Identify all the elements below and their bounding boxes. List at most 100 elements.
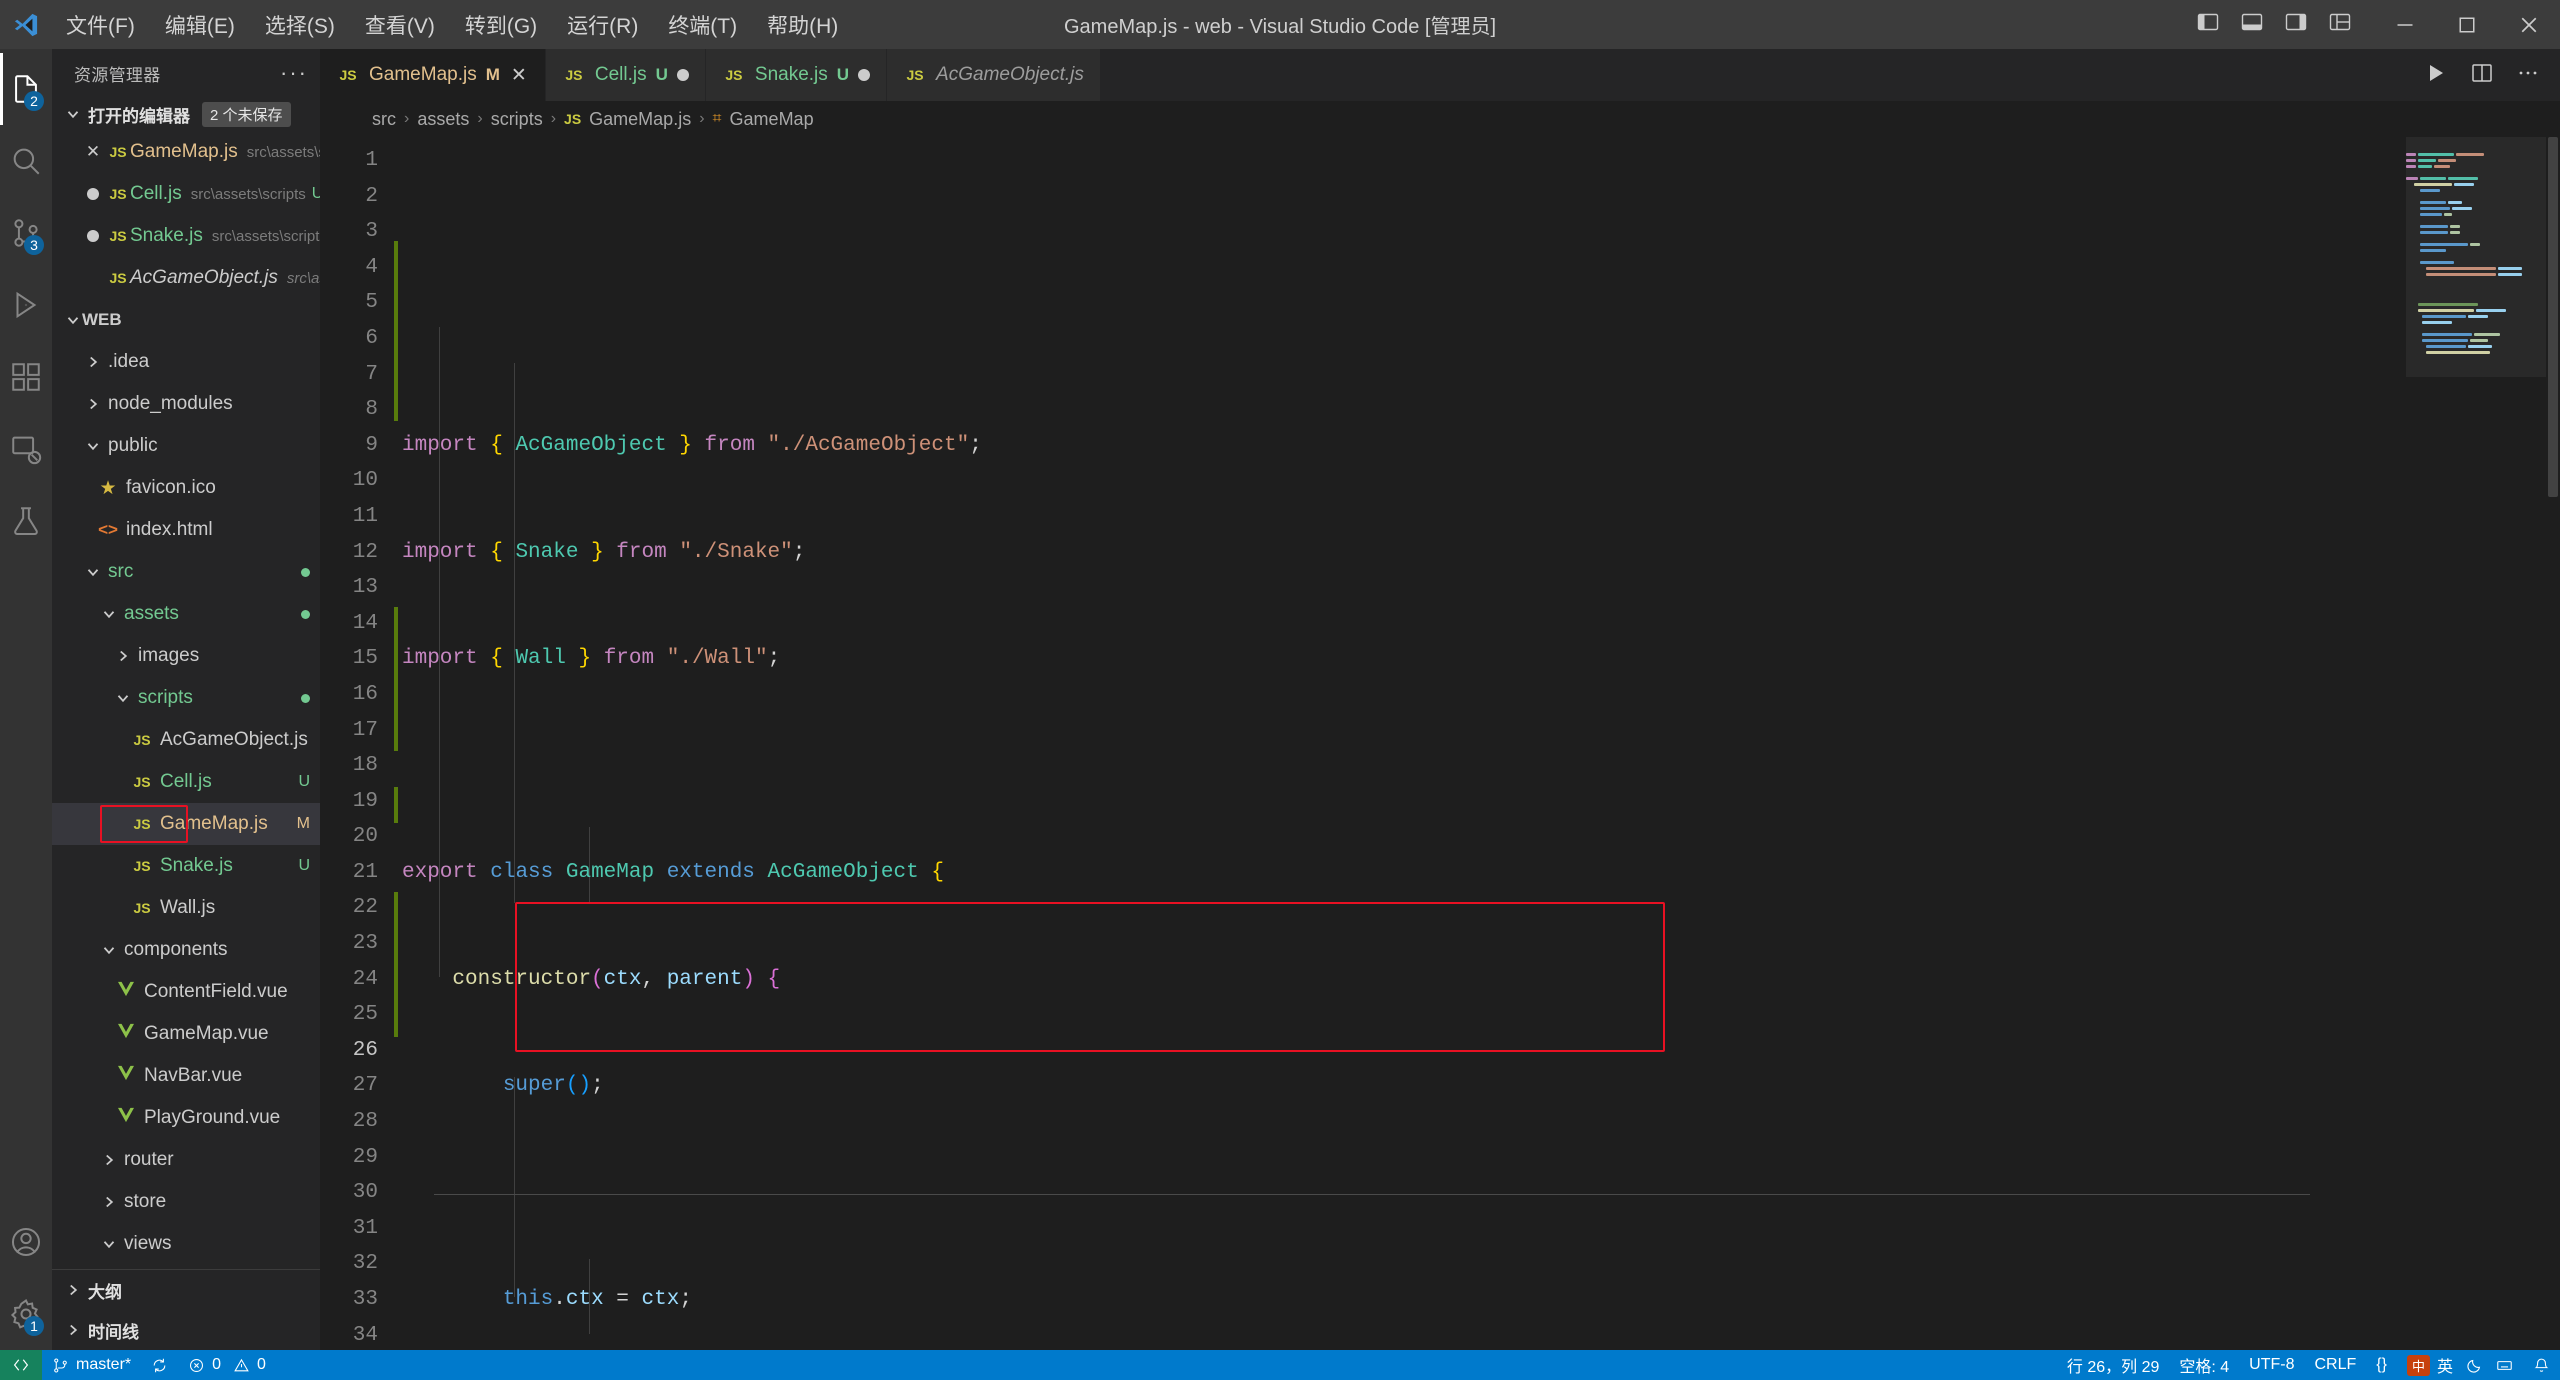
- open-editor-item[interactable]: JS Snake.js src\assets\scripts U: [52, 215, 320, 257]
- open-editor-path: src\assets\scripts: [246, 143, 320, 161]
- tree-folder-assets[interactable]: assets: [52, 593, 320, 635]
- activity-source-control[interactable]: 3: [0, 197, 52, 269]
- sidebar-more-actions-icon[interactable]: ···: [280, 60, 308, 86]
- activity-accounts[interactable]: [0, 1206, 52, 1278]
- menu-go[interactable]: 转到(G): [451, 6, 551, 44]
- status-notifications[interactable]: [2523, 1350, 2560, 1380]
- toggle-primary-sidebar-icon[interactable]: [2196, 10, 2220, 40]
- menu-terminal[interactable]: 终端(T): [654, 6, 751, 44]
- tree-file-snake[interactable]: JS Snake.js U: [52, 845, 320, 887]
- split-editor-icon[interactable]: [2470, 61, 2494, 90]
- status-branch[interactable]: master*: [42, 1350, 141, 1380]
- tree-folder-router[interactable]: router: [52, 1139, 320, 1181]
- code-editor[interactable]: 1 2 3 4 5 6 7 8 9 10 11 12 13 14 15 16 1: [320, 137, 2560, 1350]
- menu-run[interactable]: 运行(R): [553, 6, 652, 44]
- workspace-root[interactable]: WEB: [52, 299, 320, 341]
- breadcrumb-assets[interactable]: assets: [417, 109, 469, 130]
- customize-layout-icon[interactable]: [2328, 10, 2352, 40]
- menu-edit[interactable]: 编辑(E): [151, 6, 249, 44]
- minimap-slider[interactable]: [2406, 137, 2546, 377]
- open-editor-item[interactable]: ✕ JS GameMap.js src\assets\scripts M: [52, 131, 320, 173]
- tree-folder-src[interactable]: src: [52, 551, 320, 593]
- status-encoding[interactable]: UTF-8: [2239, 1350, 2304, 1380]
- tree-folder-public[interactable]: public: [52, 425, 320, 467]
- toggle-secondary-sidebar-icon[interactable]: [2284, 10, 2308, 40]
- editor-scrollbar[interactable]: [2546, 137, 2560, 1350]
- outline-section-header[interactable]: 大纲: [52, 1270, 320, 1310]
- open-editor-item[interactable]: JS Cell.js src\assets\scripts U: [52, 173, 320, 215]
- timeline-section-header[interactable]: 时间线: [52, 1310, 320, 1350]
- tree-file-cell[interactable]: JS Cell.js U: [52, 761, 320, 803]
- tree-item-label: PlayGround.vue: [144, 1107, 281, 1128]
- dirty-indicator-icon[interactable]: [80, 188, 106, 200]
- toggle-panel-icon[interactable]: [2240, 10, 2264, 40]
- status-eol[interactable]: CRLF: [2305, 1350, 2367, 1380]
- run-icon[interactable]: [2424, 61, 2448, 90]
- status-language-mode[interactable]: {}: [2366, 1350, 2397, 1380]
- tree-file-wall[interactable]: JS Wall.js: [52, 887, 320, 929]
- tab-cell-js[interactable]: JS Cell.js U: [545, 49, 706, 101]
- tree-folder-node-modules[interactable]: node_modules: [52, 383, 320, 425]
- activity-settings[interactable]: 1: [0, 1278, 52, 1350]
- menu-file[interactable]: 文件(F): [52, 6, 149, 44]
- tree-file-playground-vue[interactable]: PlayGround.vue: [52, 1097, 320, 1139]
- activity-run-and-debug[interactable]: [0, 269, 52, 341]
- tree-folder-idea[interactable]: .idea: [52, 341, 320, 383]
- tree-folder-store[interactable]: store: [52, 1181, 320, 1223]
- close-button[interactable]: [2498, 0, 2560, 49]
- breadcrumb-file[interactable]: GameMap.js: [589, 109, 691, 130]
- menu-selection[interactable]: 选择(S): [251, 6, 349, 44]
- editor-actions: [2404, 49, 2560, 101]
- more-actions-icon[interactable]: [2516, 61, 2540, 90]
- activity-search[interactable]: [0, 125, 52, 197]
- editor-tabs: JS GameMap.js M ✕ JS Cell.js U JS Snake.…: [320, 49, 2560, 101]
- tree-folder-components[interactable]: components: [52, 929, 320, 971]
- dirty-indicator-icon[interactable]: [858, 69, 871, 81]
- tab-snake-js[interactable]: JS Snake.js U: [705, 49, 888, 101]
- activity-testing[interactable]: [0, 485, 52, 557]
- tree-file-navbar-vue[interactable]: NavBar.vue: [52, 1055, 320, 1097]
- tree-folder-views[interactable]: views: [52, 1223, 320, 1265]
- maximize-button[interactable]: [2436, 0, 2498, 49]
- status-indentation[interactable]: 空格: 4: [2169, 1350, 2239, 1380]
- open-editor-path: src\assets\scripts: [190, 185, 306, 203]
- tree-file-favicon[interactable]: ★ favicon.ico: [52, 467, 320, 509]
- status-sync[interactable]: [141, 1350, 178, 1380]
- breadcrumb-src[interactable]: src: [372, 109, 396, 130]
- open-editors-section-header[interactable]: 打开的编辑器 2 个未保存: [52, 97, 320, 131]
- breadcrumb-symbol[interactable]: GameMap: [730, 109, 814, 130]
- dirty-indicator-icon[interactable]: [80, 230, 106, 242]
- minimize-button[interactable]: [2374, 0, 2436, 49]
- remote-window-indicator[interactable]: [0, 1350, 42, 1380]
- status-cursor-position[interactable]: 行 26，列 29: [2057, 1350, 2170, 1380]
- line-number: 3: [365, 220, 378, 244]
- breadcrumb-scripts[interactable]: scripts: [491, 109, 543, 130]
- close-icon[interactable]: ✕: [509, 64, 529, 87]
- activity-explorer[interactable]: 2: [0, 53, 52, 125]
- tree-folder-scripts[interactable]: scripts: [52, 677, 320, 719]
- line-number: 29: [352, 1145, 378, 1169]
- tree-folder-error[interactable]: error: [52, 1265, 320, 1269]
- code-content[interactable]: import { AcGameObject } from "./AcGameOb…: [398, 137, 2406, 1350]
- tree-file-acgameobject[interactable]: JS AcGameObject.js: [52, 719, 320, 761]
- close-icon[interactable]: ✕: [80, 142, 106, 162]
- menu-help[interactable]: 帮助(H): [753, 6, 852, 44]
- minimap[interactable]: [2406, 137, 2546, 1350]
- tab-acgameobject-js[interactable]: JS AcGameObject.js: [887, 49, 1101, 101]
- status-ime[interactable]: 中 英: [2397, 1350, 2523, 1380]
- activity-remote-explorer[interactable]: [0, 413, 52, 485]
- scrollbar-thumb[interactable]: [2548, 137, 2558, 497]
- dirty-indicator-icon[interactable]: [676, 69, 689, 81]
- open-editor-item[interactable]: JS AcGameObject.js src\assets\scripts: [52, 257, 320, 299]
- tab-gamemap-js[interactable]: JS GameMap.js M ✕: [320, 49, 546, 101]
- tree-file-index-html[interactable]: <> index.html: [52, 509, 320, 551]
- tree-item-label: ContentField.vue: [144, 981, 288, 1002]
- ime-badge: 中: [2406, 1354, 2430, 1376]
- tree-folder-images[interactable]: images: [52, 635, 320, 677]
- activity-extensions[interactable]: [0, 341, 52, 413]
- menu-view[interactable]: 查看(V): [351, 6, 449, 44]
- tree-file-contentfield[interactable]: ContentField.vue: [52, 971, 320, 1013]
- tree-file-gamemap-vue[interactable]: GameMap.vue: [52, 1013, 320, 1055]
- status-problems[interactable]: 0 0: [178, 1350, 276, 1380]
- tree-file-gamemap[interactable]: JS GameMap.js M: [52, 803, 320, 845]
